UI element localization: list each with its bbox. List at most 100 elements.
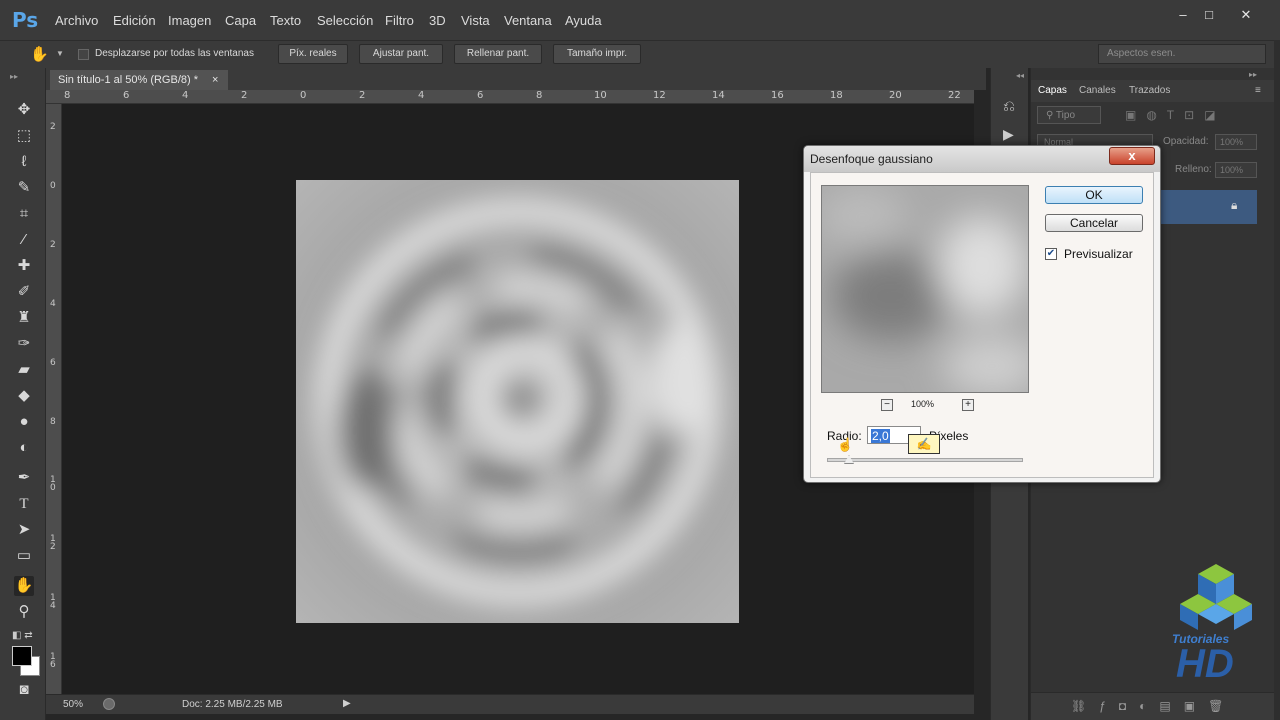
tab-layers[interactable]: Capas — [1038, 85, 1067, 96]
window-close-icon[interactable]: ✕ — [1237, 7, 1255, 23]
actions-panel-icon[interactable]: ▶ — [1003, 126, 1014, 143]
dialog-titlebar[interactable]: Desenfoque gaussiano x — [804, 146, 1160, 172]
menu-texto[interactable]: Texto — [270, 13, 301, 28]
document-tab-title: Sin título-1 al 50% (RGB/8) * — [58, 74, 199, 86]
preview-zoom-level: 100% — [911, 399, 935, 409]
hand-tool-icon[interactable]: ✋ — [14, 576, 34, 596]
history-brush-tool-icon[interactable]: ✑ — [14, 334, 34, 354]
layer-action-icons[interactable]: ⛓ƒ◘◐▤▣🗑︎ — [1071, 699, 1236, 713]
panel-menu-icon[interactable]: ≡ — [1255, 85, 1261, 96]
zoom-out-button[interactable]: − — [881, 399, 893, 411]
ruler-top-label: 18 — [830, 90, 843, 101]
scrub-cursor-icon: ✍ — [908, 434, 940, 454]
menu-ayuda[interactable]: Ayuda — [565, 13, 602, 28]
fit-screen-button[interactable]: Ajustar pant. — [359, 44, 443, 64]
ruler-top-label: 0 — [300, 90, 307, 101]
path-select-tool-icon[interactable]: ➤ — [14, 520, 34, 540]
menu-3d[interactable]: 3D — [429, 13, 446, 28]
tools-panel: ▸▸ ✥ ⬚ ℓ ✎ ⌗ ⁄ ✚ ✐ ♜ ✑ ▰ ◆ ● ◐ ✒ T ➤ ▭ ✋… — [0, 68, 46, 720]
ruler-top-label: 8 — [536, 90, 543, 101]
expand-icon[interactable]: ▸▸ — [10, 72, 18, 81]
ruler-left-label: 1 6 — [50, 652, 56, 670]
maximize-icon[interactable]: □ — [1200, 7, 1218, 23]
opacity-input[interactable]: 100% — [1215, 134, 1257, 150]
zoom-level[interactable]: 50% — [63, 699, 83, 710]
stamp-tool-icon[interactable]: ♜ — [14, 308, 34, 328]
radius-slider-track[interactable] — [827, 458, 1023, 462]
type-tool-icon[interactable]: T — [14, 494, 34, 514]
layer-filter-select[interactable]: ⚲ Tipo — [1037, 106, 1101, 124]
marquee-tool-icon[interactable]: ⬚ — [14, 126, 34, 146]
ruler-left-label: 1 2 — [50, 534, 56, 552]
filter-preview[interactable] — [821, 185, 1029, 393]
menu-archivo[interactable]: Archivo — [55, 13, 98, 28]
ruler-top-label: 4 — [182, 90, 189, 101]
tab-paths[interactable]: Trazados — [1129, 85, 1170, 96]
opacity-label: Opacidad: — [1163, 136, 1209, 147]
collapse-icon[interactable]: ◂◂ — [1016, 71, 1024, 80]
quick-mask-icon[interactable]: ◙ — [14, 680, 34, 700]
brush-tool-icon[interactable]: ✐ — [14, 282, 34, 302]
pen-tool-icon[interactable]: ✒ — [14, 468, 34, 488]
crop-tool-icon[interactable]: ⌗ — [14, 204, 34, 224]
menu-filtro[interactable]: Filtro — [385, 13, 414, 28]
workspace-select[interactable]: Aspectos esen. — [1098, 44, 1266, 64]
menu-ventana[interactable]: Ventana — [504, 13, 552, 28]
tab-close-icon[interactable]: × — [212, 70, 218, 90]
menu-vista[interactable]: Vista — [461, 13, 490, 28]
actual-pixels-button[interactable]: Píx. reales — [278, 44, 348, 64]
quick-select-tool-icon[interactable]: ✎ — [14, 178, 34, 198]
ruler-left-label: 0 — [50, 181, 56, 191]
panel-tabs: Capas Canales Trazados ≡ — [1031, 80, 1275, 102]
healing-brush-tool-icon[interactable]: ✚ — [14, 256, 34, 276]
dialog-body: − 100% + OK Cancelar ✔ Previsualizar Rad… — [810, 172, 1154, 478]
ruler-top-label: 6 — [123, 90, 130, 101]
document-tab[interactable]: Sin título-1 al 50% (RGB/8) * × — [50, 70, 228, 90]
preview-checkbox[interactable]: ✔ — [1045, 248, 1057, 260]
paint-bucket-tool-icon[interactable]: ◆ — [14, 386, 34, 406]
default-colors-icon[interactable]: ◧ ⇄ — [12, 630, 33, 641]
ruler-top-label: 8 — [64, 90, 71, 101]
ruler-top-label: 4 — [418, 90, 425, 101]
status-menu-arrow-icon[interactable]: ▶ — [343, 698, 351, 709]
document-tab-bar: Sin título-1 al 50% (RGB/8) * × — [46, 68, 986, 90]
ok-button[interactable]: OK — [1045, 186, 1143, 204]
menu-seleccion[interactable]: Selección — [317, 13, 373, 28]
blur-tool-icon[interactable]: ● — [14, 412, 34, 432]
eyedropper-tool-icon[interactable]: ⁄ — [14, 230, 34, 250]
hand-tool-preset-icon[interactable]: ✋ — [30, 45, 49, 63]
history-panel-icon[interactable]: ⎌ — [1003, 98, 1015, 115]
chevron-down-icon[interactable]: ▼ — [56, 49, 64, 58]
dialog-close-button[interactable]: x — [1109, 147, 1155, 165]
ruler-left-label: 6 — [50, 358, 56, 368]
ruler-top-label: 12 — [653, 90, 666, 101]
preview-checkbox-label[interactable]: Previsualizar — [1064, 247, 1133, 261]
doc-info-icon[interactable] — [103, 698, 115, 710]
dodge-tool-icon[interactable]: ◐ — [14, 438, 34, 458]
panel-expand-icon[interactable]: ▸▸ — [1249, 70, 1257, 79]
minimize-icon[interactable]: – — [1174, 7, 1192, 23]
rectangle-tool-icon[interactable]: ▭ — [14, 546, 34, 566]
radius-value: 2,0 — [871, 429, 890, 443]
zoom-tool-icon[interactable]: ⚲ — [14, 602, 34, 622]
panel-scrollbar[interactable] — [1274, 40, 1280, 720]
tab-channels[interactable]: Canales — [1079, 85, 1116, 96]
fill-screen-button[interactable]: Rellenar pant. — [454, 44, 542, 64]
fill-input[interactable]: 100% — [1215, 162, 1257, 178]
zoom-in-button[interactable]: + — [962, 399, 974, 411]
menu-imagen[interactable]: Imagen — [168, 13, 211, 28]
eraser-tool-icon[interactable]: ▰ — [14, 360, 34, 380]
lasso-tool-icon[interactable]: ℓ — [14, 152, 34, 172]
menu-capa[interactable]: Capa — [225, 13, 256, 28]
scroll-all-checkbox[interactable] — [78, 49, 89, 60]
menu-bar: Ps Archivo Edición Imagen Capa Texto Sel… — [0, 0, 1280, 40]
move-tool-icon[interactable]: ✥ — [14, 100, 34, 120]
print-size-button[interactable]: Tamaño impr. — [553, 44, 641, 64]
cancel-button[interactable]: Cancelar — [1045, 214, 1143, 232]
foreground-color-swatch[interactable] — [12, 646, 32, 666]
layer-filter-icons[interactable]: ▣◍T⊡◪ — [1125, 108, 1226, 122]
document-canvas[interactable] — [296, 180, 739, 623]
fill-label: Relleno: — [1175, 164, 1212, 175]
gaussian-blur-dialog: Desenfoque gaussiano x − 100% + OK Cance… — [803, 145, 1161, 483]
menu-edicion[interactable]: Edición — [113, 13, 156, 28]
